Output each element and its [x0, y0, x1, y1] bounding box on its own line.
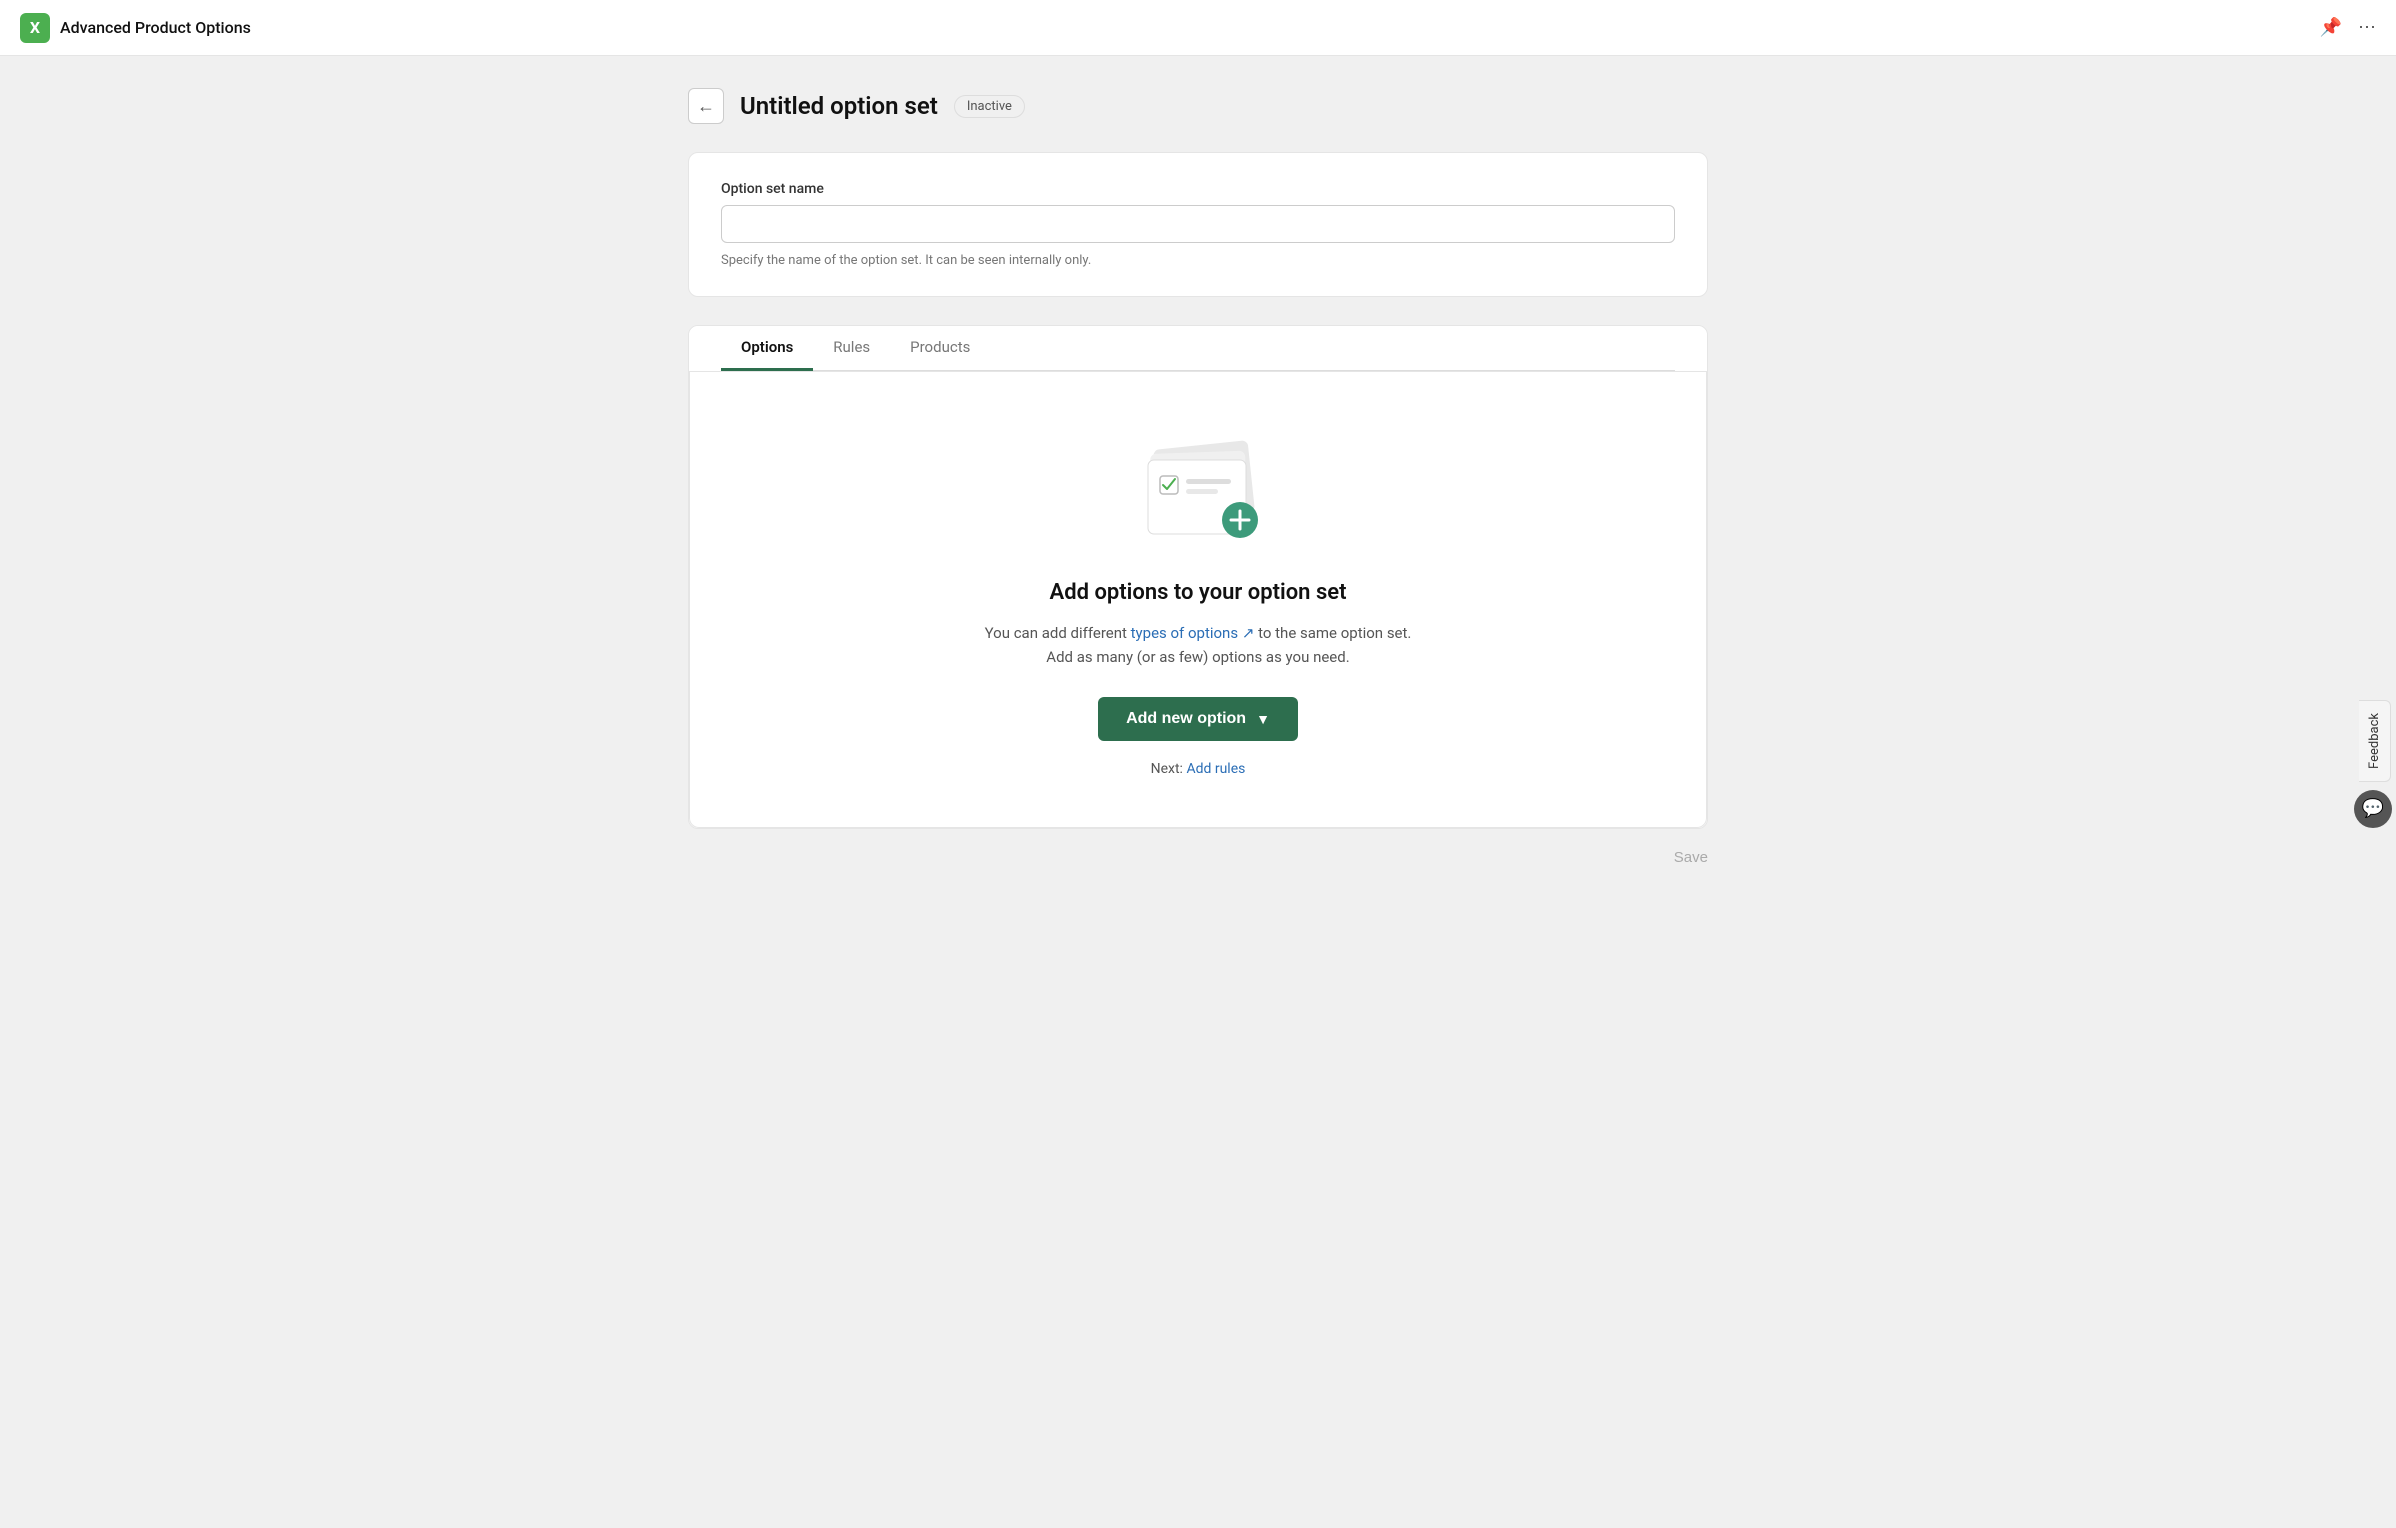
add-new-option-button[interactable]: Add new option ▼	[1098, 697, 1298, 741]
app-title: Advanced Product Options	[60, 18, 251, 37]
option-set-name-input[interactable]	[721, 205, 1675, 243]
topbar: X Advanced Product Options 📌 ⋯	[0, 0, 2396, 56]
chevron-down-icon: ▼	[1256, 711, 1270, 727]
types-of-options-link[interactable]: types of options ↗	[1131, 624, 1255, 642]
tab-content-options: Add options to your option set You can a…	[689, 372, 1707, 828]
page-header: ← Untitled option set Inactive	[688, 88, 1708, 124]
main-content: ← Untitled option set Inactive Option se…	[648, 56, 1748, 908]
topbar-left: X Advanced Product Options	[20, 13, 251, 43]
empty-state-illustration	[1128, 432, 1268, 552]
empty-state-title: Add options to your option set	[1050, 580, 1347, 605]
tabs-wrapper: Options Rules Products	[688, 325, 1708, 829]
tab-options[interactable]: Options	[721, 326, 813, 371]
more-icon[interactable]: ⋯	[2358, 17, 2376, 38]
tabs-nav-wrapper: Options Rules Products	[689, 326, 1707, 372]
topbar-right: 📌 ⋯	[2320, 17, 2376, 38]
pin-icon[interactable]: 📌	[2320, 17, 2342, 38]
tabs-section: Options Rules Products	[688, 325, 1708, 829]
tabs-nav: Options Rules Products	[721, 326, 1675, 371]
status-badge: Inactive	[954, 95, 1025, 118]
save-button[interactable]: Save	[1674, 849, 1708, 866]
tab-rules[interactable]: Rules	[813, 326, 890, 371]
feedback-tab[interactable]: Feedback	[2359, 700, 2391, 782]
option-set-name-card: Option set name Specify the name of the …	[688, 152, 1708, 297]
empty-state-desc: You can add different types of options ↗…	[985, 621, 1412, 669]
page-footer: Save	[688, 829, 1708, 876]
page-title: Untitled option set	[740, 92, 938, 120]
next-link: Next: Add rules	[1151, 761, 1246, 777]
app-icon: X	[20, 13, 50, 43]
add-rules-link[interactable]: Add rules	[1186, 761, 1245, 777]
feedback-sidebar: Feedback 💬	[2354, 700, 2396, 828]
option-set-name-label: Option set name	[721, 181, 1675, 197]
option-set-name-hint: Specify the name of the option set. It c…	[721, 253, 1675, 268]
tab-products[interactable]: Products	[890, 326, 990, 371]
back-button[interactable]: ←	[688, 88, 724, 124]
chat-bubble-icon[interactable]: 💬	[2354, 790, 2392, 828]
